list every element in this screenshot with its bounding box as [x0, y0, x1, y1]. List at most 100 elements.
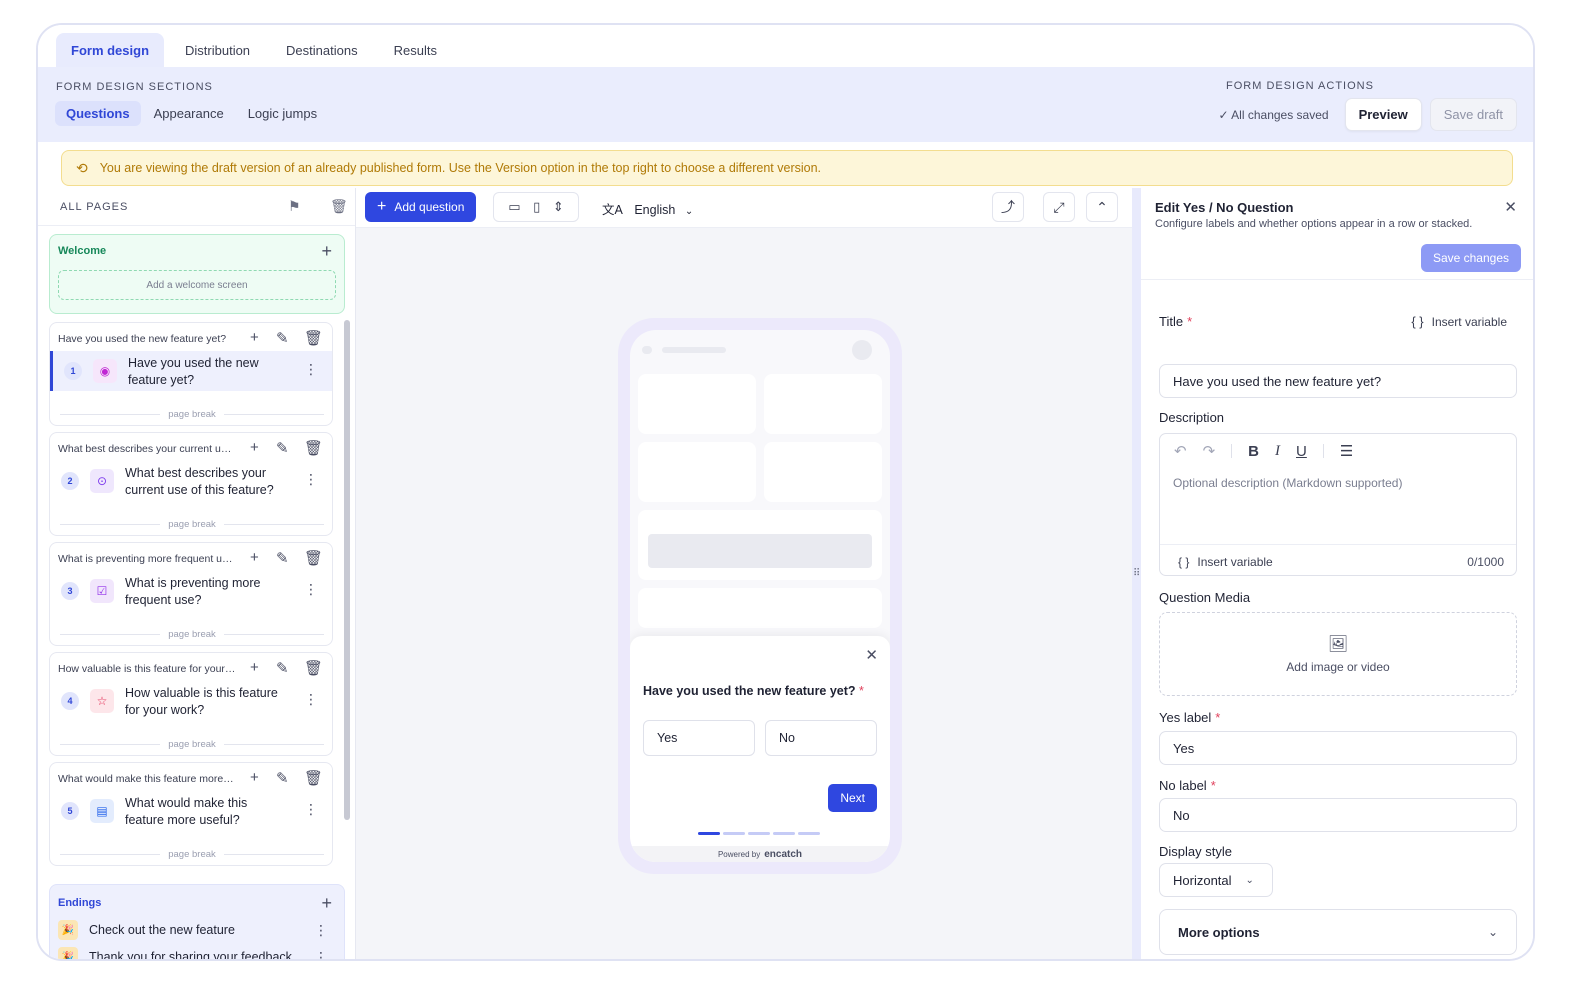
question-title: How valuable is this feature for your wo… — [125, 686, 278, 717]
question-row[interactable]: 1 ◉ Have you used the new feature yet? ⋮ — [50, 351, 332, 391]
display-style-select[interactable]: Horizontal ⌄ — [1159, 863, 1273, 897]
pencil-icon[interactable]: ✎ — [276, 769, 289, 787]
trash-icon[interactable]: 🗑 — [330, 198, 349, 215]
save-draft-button[interactable]: Save draft — [1429, 98, 1517, 131]
close-icon[interactable]: ✕ — [1504, 198, 1517, 216]
more-icon[interactable]: ⋮ — [304, 801, 318, 818]
trash-icon[interactable]: 🗑 — [304, 329, 323, 347]
grip-icon[interactable]: ⠿ — [1133, 568, 1140, 579]
tab-form-design[interactable]: Form design — [56, 33, 165, 67]
tab-results[interactable]: Results — [379, 33, 452, 67]
description-editor[interactable]: ↶ ↷ B I U ☰ Optional description (Markdo… — [1159, 433, 1517, 576]
preview-question: Have you used the new feature yet? * — [643, 684, 864, 698]
question-card[interactable]: Have you used the new feature yet? + ✎ 🗑… — [49, 322, 333, 426]
subtab-questions[interactable]: Questions — [55, 101, 141, 126]
chevron-down-icon: ⌄ — [684, 206, 694, 217]
insert-variable-button[interactable]: { } Insert variable — [1178, 555, 1273, 569]
chevron-down-icon: ⌄ — [1487, 925, 1498, 939]
bold-icon[interactable]: B — [1248, 443, 1259, 460]
trash-icon[interactable]: 🗑 — [304, 549, 323, 567]
yes-option[interactable]: Yes — [643, 720, 755, 756]
preview-button[interactable]: Preview — [1344, 98, 1422, 131]
plus-icon[interactable]: + — [250, 659, 259, 676]
desktop-icon[interactable]: ▭ — [508, 199, 520, 215]
add-welcome-screen[interactable]: Add a welcome screen — [58, 270, 336, 300]
question-row[interactable]: 2 ⊙ What best describes your current use… — [50, 461, 332, 501]
trash-icon[interactable]: 🗑 — [304, 439, 323, 457]
more-options-accordion[interactable]: More options ⌄ — [1159, 909, 1517, 955]
undo-icon[interactable]: ↶ — [1174, 442, 1187, 460]
device-switcher[interactable]: ▭ ▯ ⇕ — [493, 192, 579, 222]
editor-toolbar: ↶ ↷ B I U ☰ — [1174, 442, 1369, 461]
chevron-updown-icon[interactable]: ⇕ — [553, 199, 564, 215]
yes-label-input[interactable]: Yes — [1159, 731, 1517, 765]
more-icon[interactable]: ⋮ — [304, 691, 318, 708]
trash-icon[interactable]: 🗑 — [304, 769, 323, 787]
add-ending-icon[interactable]: + — [321, 893, 332, 914]
redo-icon[interactable]: ↷ — [1203, 442, 1216, 460]
more-icon[interactable]: ⋮ — [304, 581, 318, 598]
more-icon[interactable]: ⋮ — [314, 949, 328, 960]
plus-icon[interactable]: + — [250, 549, 259, 566]
ending-item[interactable]: 🎉 Check out the new feature ⋮ — [58, 920, 338, 940]
pencil-icon[interactable]: ✎ — [276, 659, 289, 677]
mobile-icon[interactable]: ▯ — [533, 199, 540, 215]
tab-distribution[interactable]: Distribution — [170, 33, 265, 67]
media-label: Question Media — [1159, 590, 1251, 605]
subtab-appearance[interactable]: Appearance — [143, 101, 235, 126]
language-select[interactable]: 文A English ⌄ — [602, 199, 693, 218]
question-row[interactable]: 5 ▤ What would make this feature more us… — [50, 791, 332, 831]
endings-title: Endings — [58, 897, 102, 909]
underline-icon[interactable]: U — [1296, 443, 1307, 460]
question-number: 3 — [61, 582, 79, 600]
ending-item[interactable]: 🎉 Thank you for sharing your feedback ⋮ — [58, 947, 338, 960]
add-question-button[interactable]: + Add question — [365, 192, 477, 222]
pencil-icon[interactable]: ✎ — [276, 439, 289, 457]
pencil-icon[interactable]: ✎ — [276, 549, 289, 567]
sidebar-scrollbar[interactable] — [344, 320, 350, 820]
actions-label: FORM DESIGN ACTIONS — [1226, 80, 1374, 92]
question-card[interactable]: What is preventing more frequent use? + … — [49, 542, 333, 646]
list-icon[interactable]: ☰ — [1340, 442, 1353, 460]
no-label-input[interactable]: No — [1159, 798, 1517, 832]
preview-canvas: + Add question ▭ ▯ ⇕ 文A English ⌄ ⤴ ⤢ ⌃ — [356, 188, 1132, 959]
display-style-label: Display style — [1159, 844, 1232, 859]
description-label: Description — [1159, 410, 1225, 425]
title-input[interactable]: Have you used the new feature yet? — [1159, 364, 1517, 398]
question-card[interactable]: What best describes your current use... … — [49, 432, 333, 536]
italic-icon[interactable]: I — [1275, 443, 1280, 460]
tab-destinations[interactable]: Destinations — [271, 33, 373, 67]
subtab-logic-jumps[interactable]: Logic jumps — [237, 101, 328, 126]
close-icon[interactable]: ✕ — [865, 646, 878, 664]
question-card[interactable]: How valuable is this feature for your ..… — [49, 652, 333, 756]
share-icon[interactable]: ⤴ — [992, 192, 1024, 222]
next-button[interactable]: Next — [828, 784, 877, 812]
chevron-up-icon[interactable]: ⌃ — [1086, 192, 1118, 222]
more-icon[interactable]: ⋮ — [304, 361, 318, 378]
insert-variable-button[interactable]: { } Insert variable — [1411, 314, 1507, 329]
expand-icon[interactable]: ⤢ — [1043, 192, 1075, 222]
trash-icon[interactable]: 🗑 — [304, 659, 323, 677]
add-welcome-icon[interactable]: + — [321, 241, 332, 262]
more-icon[interactable]: ⋮ — [304, 471, 318, 488]
no-option[interactable]: No — [765, 720, 877, 756]
resize-handle[interactable]: ⠿ — [1132, 188, 1141, 959]
plus-icon[interactable]: + — [250, 439, 259, 456]
welcome-card[interactable]: Welcome + Add a welcome screen — [49, 234, 345, 314]
translate-icon: 文A — [602, 203, 623, 217]
question-row[interactable]: 3 ☑ What is preventing more frequent use… — [50, 571, 332, 611]
sidebar-title: ALL PAGES — [60, 200, 129, 213]
plus-icon[interactable]: + — [250, 769, 259, 786]
question-card[interactable]: What would make this feature more u... +… — [49, 762, 333, 866]
phone-frame: ✕ Have you used the new feature yet? * Y… — [618, 318, 902, 874]
more-icon[interactable]: ⋮ — [314, 922, 328, 939]
save-changes-button[interactable]: Save changes — [1420, 244, 1521, 272]
pencil-icon[interactable]: ✎ — [276, 329, 289, 347]
panel-header: Edit Yes / No Question Configure labels … — [1141, 188, 1533, 280]
panel-subtitle: Configure labels and whether options app… — [1155, 218, 1473, 230]
media-dropzone[interactable]: 🖼 Add image or video — [1159, 612, 1517, 696]
flag-icon[interactable]: ⚑ — [288, 198, 302, 215]
question-row[interactable]: 4 ☆ How valuable is this feature for you… — [50, 681, 332, 721]
panel-title: Edit Yes / No Question — [1155, 200, 1294, 215]
plus-icon[interactable]: + — [250, 329, 259, 346]
